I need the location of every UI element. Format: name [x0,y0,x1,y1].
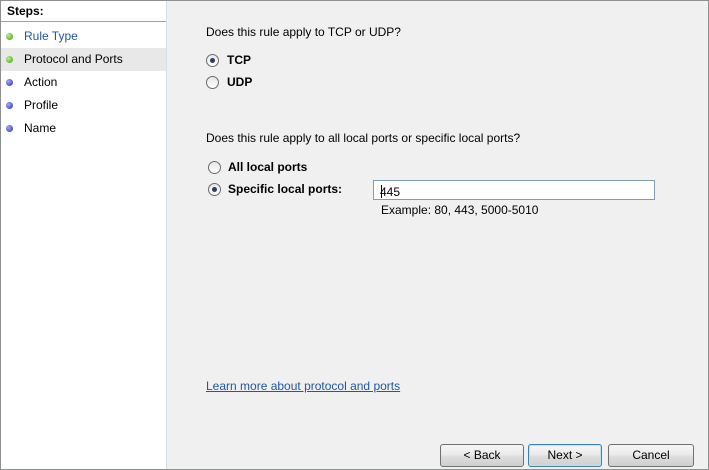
step-label: Name [24,121,57,135]
step-label[interactable]: Rule Type [24,29,78,43]
specific-local-ports-radio[interactable] [208,183,221,196]
back-button[interactable]: < Back [440,444,524,467]
step-pending-icon [6,102,13,109]
step-pending-icon [6,125,13,132]
cancel-button[interactable]: Cancel [608,444,694,467]
step-protocol-and-ports: Protocol and Ports [1,48,166,71]
step-current-icon [6,56,13,63]
step-label: Protocol and Ports [24,52,123,66]
step-rule-type[interactable]: Rule Type [1,25,166,48]
protocol-question: Does this rule apply to TCP or UDP? [206,25,401,39]
all-local-ports-label[interactable]: All local ports [228,160,307,174]
step-profile: Profile [1,94,166,117]
specific-local-ports-label[interactable]: Specific local ports: [228,182,342,196]
learn-more-link[interactable]: Learn more about protocol and ports [206,379,400,393]
local-ports-input[interactable]: 445 [373,180,655,200]
udp-radio[interactable] [206,76,219,89]
next-button[interactable]: Next > [528,444,602,467]
step-action: Action [1,71,166,94]
steps-header-label: Steps: [7,4,44,18]
wizard-window: Steps: Rule Type Protocol and Ports Acti… [0,0,709,470]
steps-sidebar: Steps: Rule Type Protocol and Ports Acti… [1,1,167,469]
ports-question: Does this rule apply to all local ports … [206,131,521,145]
step-complete-icon [6,33,13,40]
text-caret [381,185,382,198]
steps-header: Steps: [1,1,166,22]
udp-label[interactable]: UDP [227,75,252,89]
step-name: Name [1,117,166,140]
step-pending-icon [6,79,13,86]
all-local-ports-radio[interactable] [208,161,221,174]
ports-example-hint: Example: 80, 443, 5000-5010 [381,203,539,217]
tcp-radio[interactable] [206,54,219,67]
tcp-label[interactable]: TCP [227,53,251,67]
step-label: Action [24,75,58,89]
step-label: Profile [24,98,59,112]
